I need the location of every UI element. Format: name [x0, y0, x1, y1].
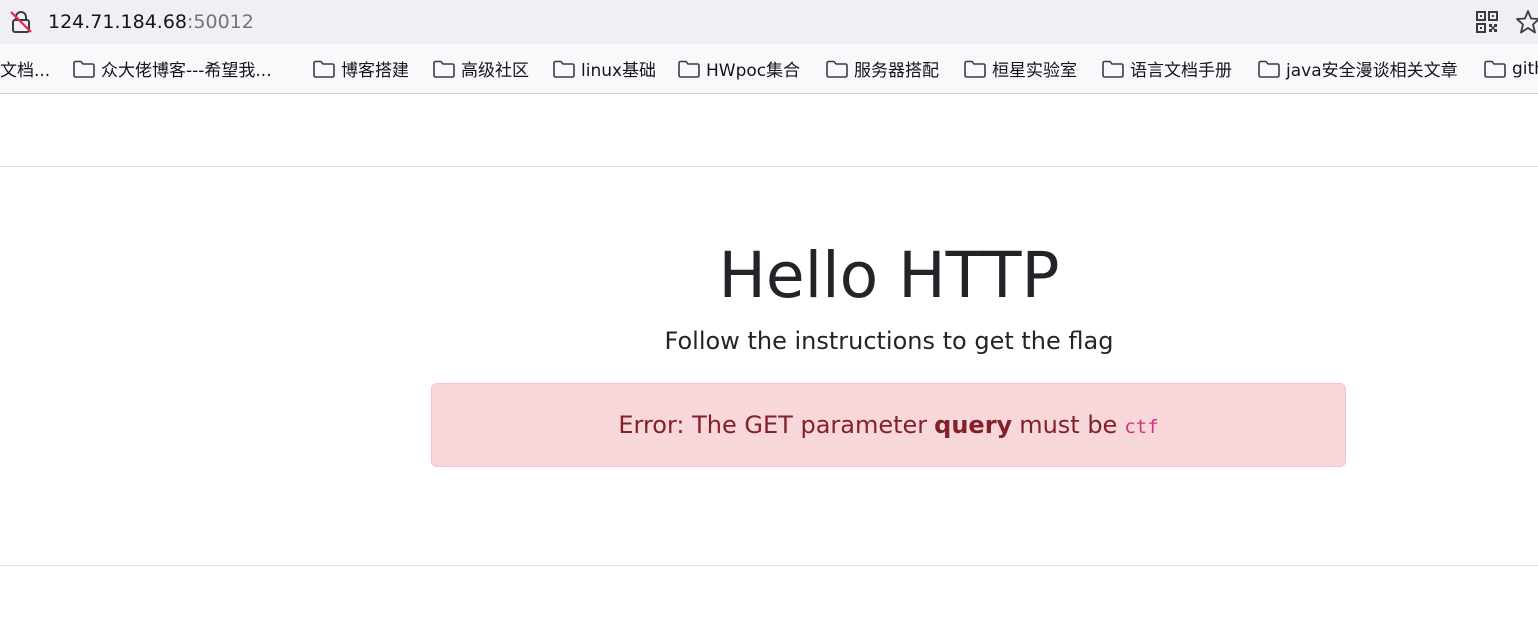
bookmark-item[interactable]: 文档... [0, 44, 50, 93]
insecure-lock-icon[interactable] [8, 9, 34, 35]
folder-icon [1102, 60, 1124, 78]
address-bar[interactable]: 124.71.184.68:50012 [0, 0, 1538, 44]
bookmark-folder[interactable]: 桓星实验室 [963, 44, 1077, 93]
url-host: 124.71.184.68 [48, 11, 188, 33]
bottom-divider [0, 565, 1538, 566]
bookmark-label: 博客搭建 [341, 61, 409, 81]
qr-code-icon[interactable] [1475, 10, 1499, 34]
alert-param-name: query [934, 411, 1013, 439]
folder-icon [313, 60, 335, 78]
bookmark-label: 文档... [0, 61, 51, 81]
folder-icon [1258, 60, 1280, 78]
bookmark-folder[interactable]: 众大佬博客---希望我... [72, 44, 272, 93]
bookmarks-toolbar: 文档... 众大佬博客---希望我... 博客搭建 高级社区 linux基础 H… [0, 44, 1538, 94]
bookmark-folder[interactable]: 高级社区 [432, 44, 529, 93]
alert-middle: must be [1019, 411, 1118, 439]
folder-icon [964, 60, 986, 78]
page-subtitle: Follow the instructions to get the flag [664, 327, 1114, 355]
top-divider [0, 166, 1538, 167]
alert-prefix: Error: The GET parameter [618, 411, 928, 439]
bookmark-label: java安全漫谈相关文章 [1286, 61, 1458, 81]
bookmark-folder[interactable]: linux基础 [552, 44, 656, 93]
folder-icon [1484, 60, 1506, 78]
error-alert: Error: The GET parameter query must be c… [431, 383, 1346, 467]
folder-icon [433, 60, 455, 78]
bookmark-folder[interactable]: 服务器搭配 [825, 44, 939, 93]
bookmark-label: 语言文档手册 [1130, 61, 1232, 81]
bookmark-folder[interactable]: 博客搭建 [312, 44, 409, 93]
url-text[interactable]: 124.71.184.68:50012 [48, 9, 254, 35]
bookmark-label: HWpoc集合 [706, 61, 801, 81]
bookmark-label: 服务器搭配 [854, 61, 939, 81]
page-title: Hello HTTP [718, 239, 1060, 312]
bookmark-star-icon[interactable] [1514, 8, 1538, 36]
bookmark-label: 众大佬博客---希望我... [101, 61, 272, 81]
bookmark-folder[interactable]: HWpoc集合 [677, 44, 800, 93]
bookmark-label: 桓星实验室 [992, 61, 1077, 81]
bookmark-folder[interactable]: java安全漫谈相关文章 [1257, 44, 1458, 93]
bookmark-label: gith [1512, 58, 1538, 79]
folder-icon [73, 60, 95, 78]
bookmark-label: linux基础 [581, 61, 657, 81]
url-port: :50012 [187, 11, 254, 33]
folder-icon [826, 60, 848, 78]
bookmark-folder[interactable]: 语言文档手册 [1101, 44, 1232, 93]
bookmark-folder[interactable]: gith [1483, 44, 1538, 93]
folder-icon [553, 60, 575, 78]
bookmark-label: 高级社区 [461, 61, 529, 81]
folder-icon [678, 60, 700, 78]
alert-required-value: ctf [1124, 416, 1159, 438]
